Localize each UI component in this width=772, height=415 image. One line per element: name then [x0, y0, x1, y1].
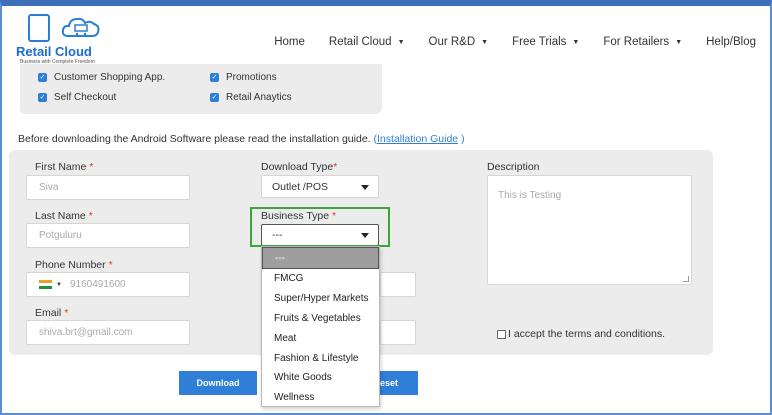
- window-frame: [0, 0, 772, 415]
